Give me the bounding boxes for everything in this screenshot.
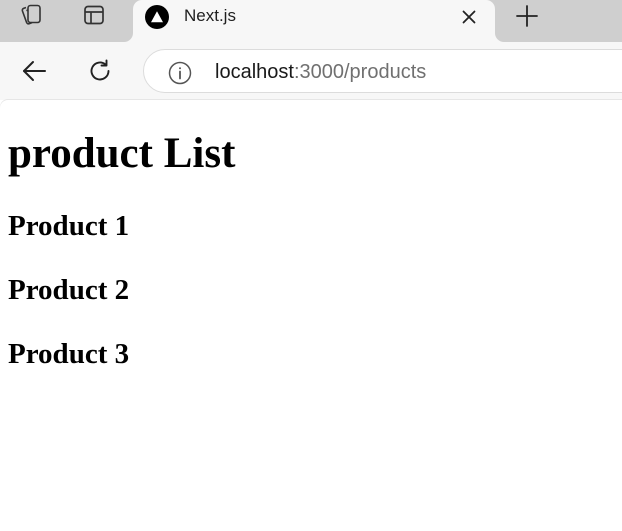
- vertical-tabs-icon: [82, 3, 106, 32]
- back-button[interactable]: [18, 56, 50, 86]
- tab-strip: Next.js: [0, 0, 622, 42]
- product-item: Product 2: [8, 274, 130, 306]
- product-item: Product 3: [8, 338, 130, 370]
- tab-title: Next.js: [184, 6, 236, 25]
- new-tab-button[interactable]: [512, 3, 542, 29]
- browser-toolbar: localhost:3000/products: [0, 42, 622, 100]
- page-viewport: product List Product 1 Product 2 Product…: [0, 100, 622, 531]
- url-host: localhost: [215, 61, 294, 83]
- info-icon: [168, 61, 192, 85]
- refresh-icon: [90, 59, 110, 81]
- close-icon: [462, 10, 476, 24]
- tab-nextjs[interactable]: Next.js: [133, 0, 495, 42]
- page-title: product List: [8, 130, 236, 177]
- url-text[interactable]: localhost:3000/products: [215, 60, 426, 84]
- nextjs-logo-icon: [145, 5, 169, 29]
- url-path: :3000/products: [293, 61, 427, 83]
- workspaces-button[interactable]: [14, 3, 48, 31]
- site-info-button[interactable]: [168, 61, 192, 85]
- workspaces-icon: [18, 2, 44, 33]
- address-bar[interactable]: localhost:3000/products: [143, 49, 622, 93]
- product-item: Product 1: [8, 210, 130, 242]
- arrow-left-icon: [23, 61, 46, 81]
- refresh-button[interactable]: [84, 56, 116, 86]
- close-tab-button[interactable]: [457, 6, 481, 28]
- vertical-tabs-button[interactable]: [77, 3, 111, 31]
- browser-window: Next.js localhost:3000/products product …: [0, 0, 622, 531]
- plus-icon: [516, 5, 538, 27]
